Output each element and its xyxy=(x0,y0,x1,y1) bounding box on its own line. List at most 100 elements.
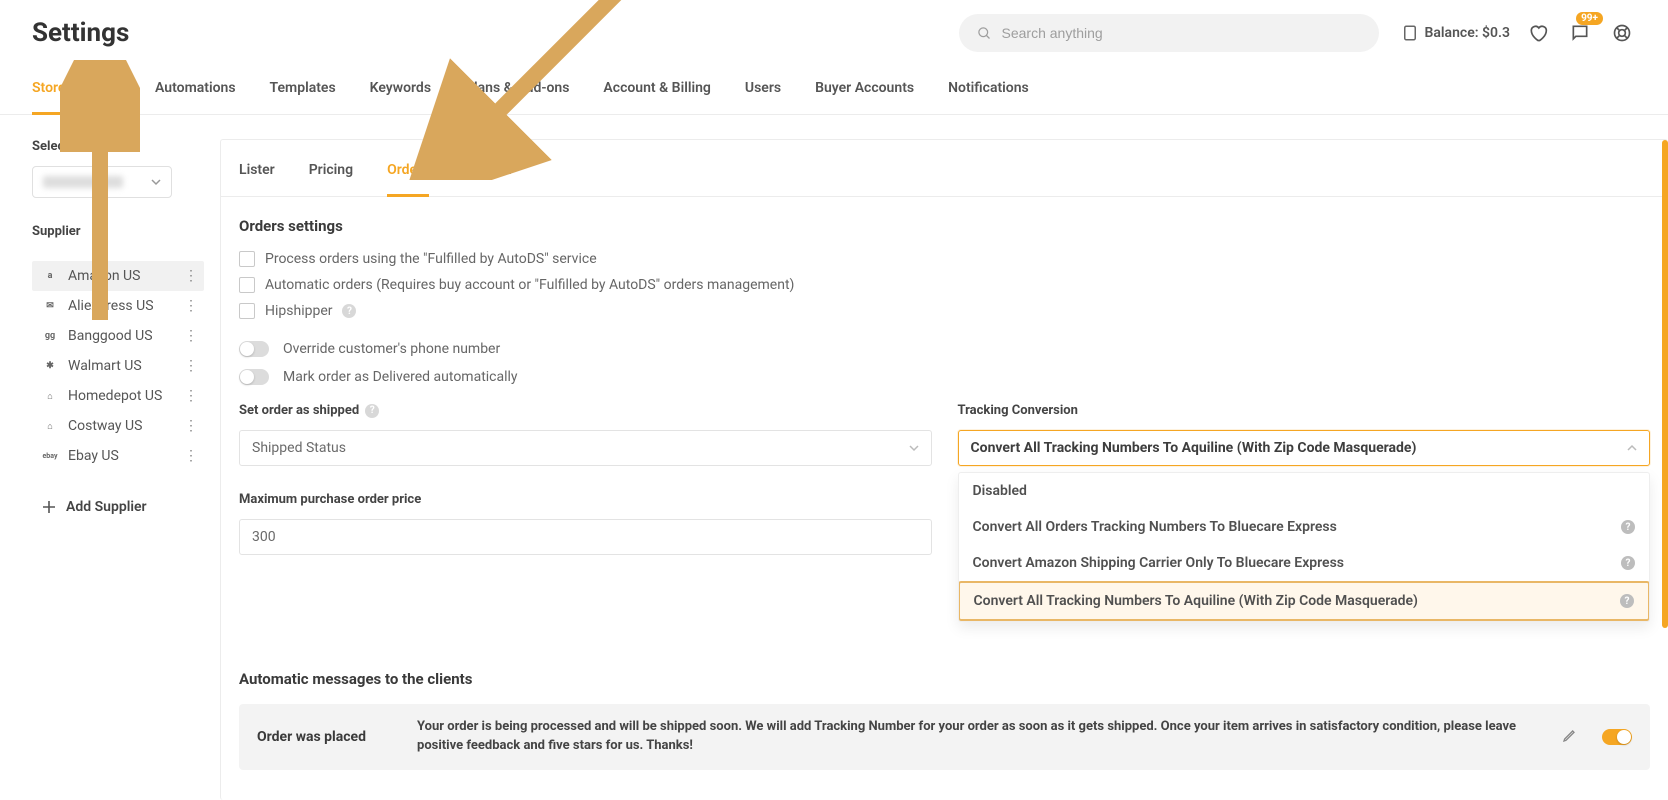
chevron-down-icon xyxy=(909,443,919,453)
ebay-icon: ebay xyxy=(42,448,58,464)
chat-badge: 99+ xyxy=(1576,12,1603,25)
toggle-switch[interactable] xyxy=(239,369,269,385)
main-tab-automations[interactable]: Automations xyxy=(155,62,236,114)
balance-label: Balance: $0.3 xyxy=(1425,25,1510,41)
checkbox-icon[interactable] xyxy=(239,251,255,267)
more-icon[interactable]: ⋮ xyxy=(184,298,198,314)
message-toggle[interactable] xyxy=(1602,729,1632,745)
search-input[interactable] xyxy=(1002,25,1361,41)
help-icon[interactable]: ? xyxy=(365,404,379,418)
sub-tabs: Lister Pricing Orders General xyxy=(221,140,1668,197)
sub-tab-pricing[interactable]: Pricing xyxy=(309,140,353,196)
tracking-option-bluecare-amazon[interactable]: Convert Amazon Shipping Carrier Only To … xyxy=(959,545,1650,581)
supplier-list: aAmazon US ⋮ ✉Aliexpress US ⋮ ggBanggood… xyxy=(32,261,204,471)
costway-icon: ⌂ xyxy=(42,418,58,434)
message-text: Your order is being processed and will b… xyxy=(417,718,1522,756)
checkbox-hipshipper[interactable]: Hipshipper ? xyxy=(239,303,1650,319)
option-label: Convert All Orders Tracking Numbers To B… xyxy=(973,519,1337,535)
sub-tab-lister[interactable]: Lister xyxy=(239,140,275,196)
favorites-button[interactable] xyxy=(1524,19,1552,47)
support-button[interactable] xyxy=(1608,19,1636,47)
main-tab-keywords[interactable]: Keywords xyxy=(370,62,431,114)
checkbox-automatic-orders[interactable]: Automatic orders (Requires buy account o… xyxy=(239,277,1650,293)
supplier-name: Costway US xyxy=(68,418,142,434)
plus-icon xyxy=(42,500,56,514)
supplier-item-banggood[interactable]: ggBanggood US ⋮ xyxy=(32,321,204,351)
toggle-switch[interactable] xyxy=(239,341,269,357)
supplier-item-costway[interactable]: ⌂ Costway US ⋮ xyxy=(32,411,204,441)
main-tab-notifications[interactable]: Notifications xyxy=(948,62,1029,114)
toggle-mark-delivered[interactable]: Mark order as Delivered automatically xyxy=(239,369,1650,385)
page-title: Settings xyxy=(32,18,129,48)
store-select[interactable] xyxy=(32,166,172,198)
toggle-label: Override customer's phone number xyxy=(283,341,500,357)
supplier-item-amazon[interactable]: aAmazon US ⋮ xyxy=(32,261,204,291)
messages-heading: Automatic messages to the clients xyxy=(239,670,1650,688)
orders-heading: Orders settings xyxy=(239,217,1650,235)
max-price-input[interactable]: 300 xyxy=(239,519,932,555)
supplier-name: Homedepot US xyxy=(68,388,162,404)
search-box[interactable] xyxy=(959,14,1379,52)
help-icon[interactable]: ? xyxy=(342,304,356,318)
tracking-option-disabled[interactable]: Disabled xyxy=(959,473,1650,509)
main-tab-templates[interactable]: Templates xyxy=(270,62,336,114)
message-title: Order was placed xyxy=(257,729,377,745)
checkbox-label: Automatic orders (Requires buy account o… xyxy=(265,277,794,293)
main-tab-users[interactable]: Users xyxy=(745,62,781,114)
chevron-up-icon xyxy=(1627,443,1637,453)
supplier-name: Aliexpress US xyxy=(68,298,154,314)
input-value: 300 xyxy=(252,529,276,545)
banggood-icon: gg xyxy=(42,328,58,344)
supplier-label: Supplier xyxy=(32,224,210,239)
select-value: Shipped Status xyxy=(252,440,346,456)
supplier-item-ebay[interactable]: ebayEbay US ⋮ xyxy=(32,441,204,471)
toggle-override-phone[interactable]: Override customer's phone number xyxy=(239,341,1650,357)
more-icon[interactable]: ⋮ xyxy=(184,328,198,344)
supplier-item-aliexpress[interactable]: ✉Aliexpress US ⋮ xyxy=(32,291,204,321)
chat-button[interactable]: 99+ xyxy=(1566,19,1594,47)
checkbox-label: Hipshipper xyxy=(265,303,332,319)
search-icon xyxy=(977,26,992,41)
help-icon[interactable]: ? xyxy=(1621,520,1635,534)
tracking-option-bluecare-all[interactable]: Convert All Orders Tracking Numbers To B… xyxy=(959,509,1650,545)
help-icon[interactable]: ? xyxy=(1621,556,1635,570)
store-name-blurred xyxy=(43,176,123,188)
checkbox-icon[interactable] xyxy=(239,277,255,293)
sub-tab-orders[interactable]: Orders xyxy=(387,140,429,197)
main-tab-plans[interactable]: Plans & Add-ons xyxy=(465,62,569,114)
option-label: Convert Amazon Shipping Carrier Only To … xyxy=(973,555,1345,571)
main-tab-account[interactable]: Account & Billing xyxy=(603,62,710,114)
max-price-label: Maximum purchase order price xyxy=(239,492,932,507)
more-icon[interactable]: ⋮ xyxy=(184,358,198,374)
sub-tab-general[interactable]: General xyxy=(463,140,511,196)
more-icon[interactable]: ⋮ xyxy=(184,418,198,434)
checkbox-process-orders[interactable]: Process orders using the "Fulfilled by A… xyxy=(239,251,1650,267)
scroll-indicator[interactable] xyxy=(1662,140,1668,800)
tracking-option-aquiline[interactable]: Convert All Tracking Numbers To Aquiline… xyxy=(958,581,1651,621)
add-supplier-button[interactable]: Add Supplier xyxy=(32,489,210,525)
option-label: Disabled xyxy=(973,483,1027,499)
main-tab-store-settings[interactable]: Store Settings xyxy=(32,62,121,115)
more-icon[interactable]: ⋮ xyxy=(184,448,198,464)
help-icon[interactable]: ? xyxy=(1620,594,1634,608)
tracking-conversion-label: Tracking Conversion xyxy=(958,403,1651,418)
set-order-select[interactable]: Shipped Status xyxy=(239,430,932,466)
main-tabs: Store Settings Automations Templates Key… xyxy=(0,62,1668,115)
supplier-item-homedepot[interactable]: ⌂Homedepot US ⋮ xyxy=(32,381,204,411)
supplier-item-walmart[interactable]: ✱Walmart US ⋮ xyxy=(32,351,204,381)
checkbox-icon[interactable] xyxy=(239,303,255,319)
more-icon[interactable]: ⋮ xyxy=(184,268,198,284)
balance[interactable]: Balance: $0.3 xyxy=(1401,24,1510,42)
tracking-conversion-dropdown: Disabled Convert All Orders Tracking Num… xyxy=(958,472,1651,622)
tracking-conversion-select[interactable]: Convert All Tracking Numbers To Aquiline… xyxy=(958,430,1651,466)
chevron-down-icon xyxy=(151,177,161,187)
select-value: Convert All Tracking Numbers To Aquiline… xyxy=(971,440,1417,456)
supplier-name: Walmart US xyxy=(68,358,142,374)
checkbox-label: Process orders using the "Fulfilled by A… xyxy=(265,251,597,267)
heart-icon xyxy=(1528,23,1548,43)
option-label: Convert All Tracking Numbers To Aquiline… xyxy=(974,593,1418,609)
main-tab-buyer-accounts[interactable]: Buyer Accounts xyxy=(815,62,914,114)
lifebuoy-icon xyxy=(1612,23,1632,43)
edit-message-button[interactable] xyxy=(1562,727,1578,747)
more-icon[interactable]: ⋮ xyxy=(184,388,198,404)
